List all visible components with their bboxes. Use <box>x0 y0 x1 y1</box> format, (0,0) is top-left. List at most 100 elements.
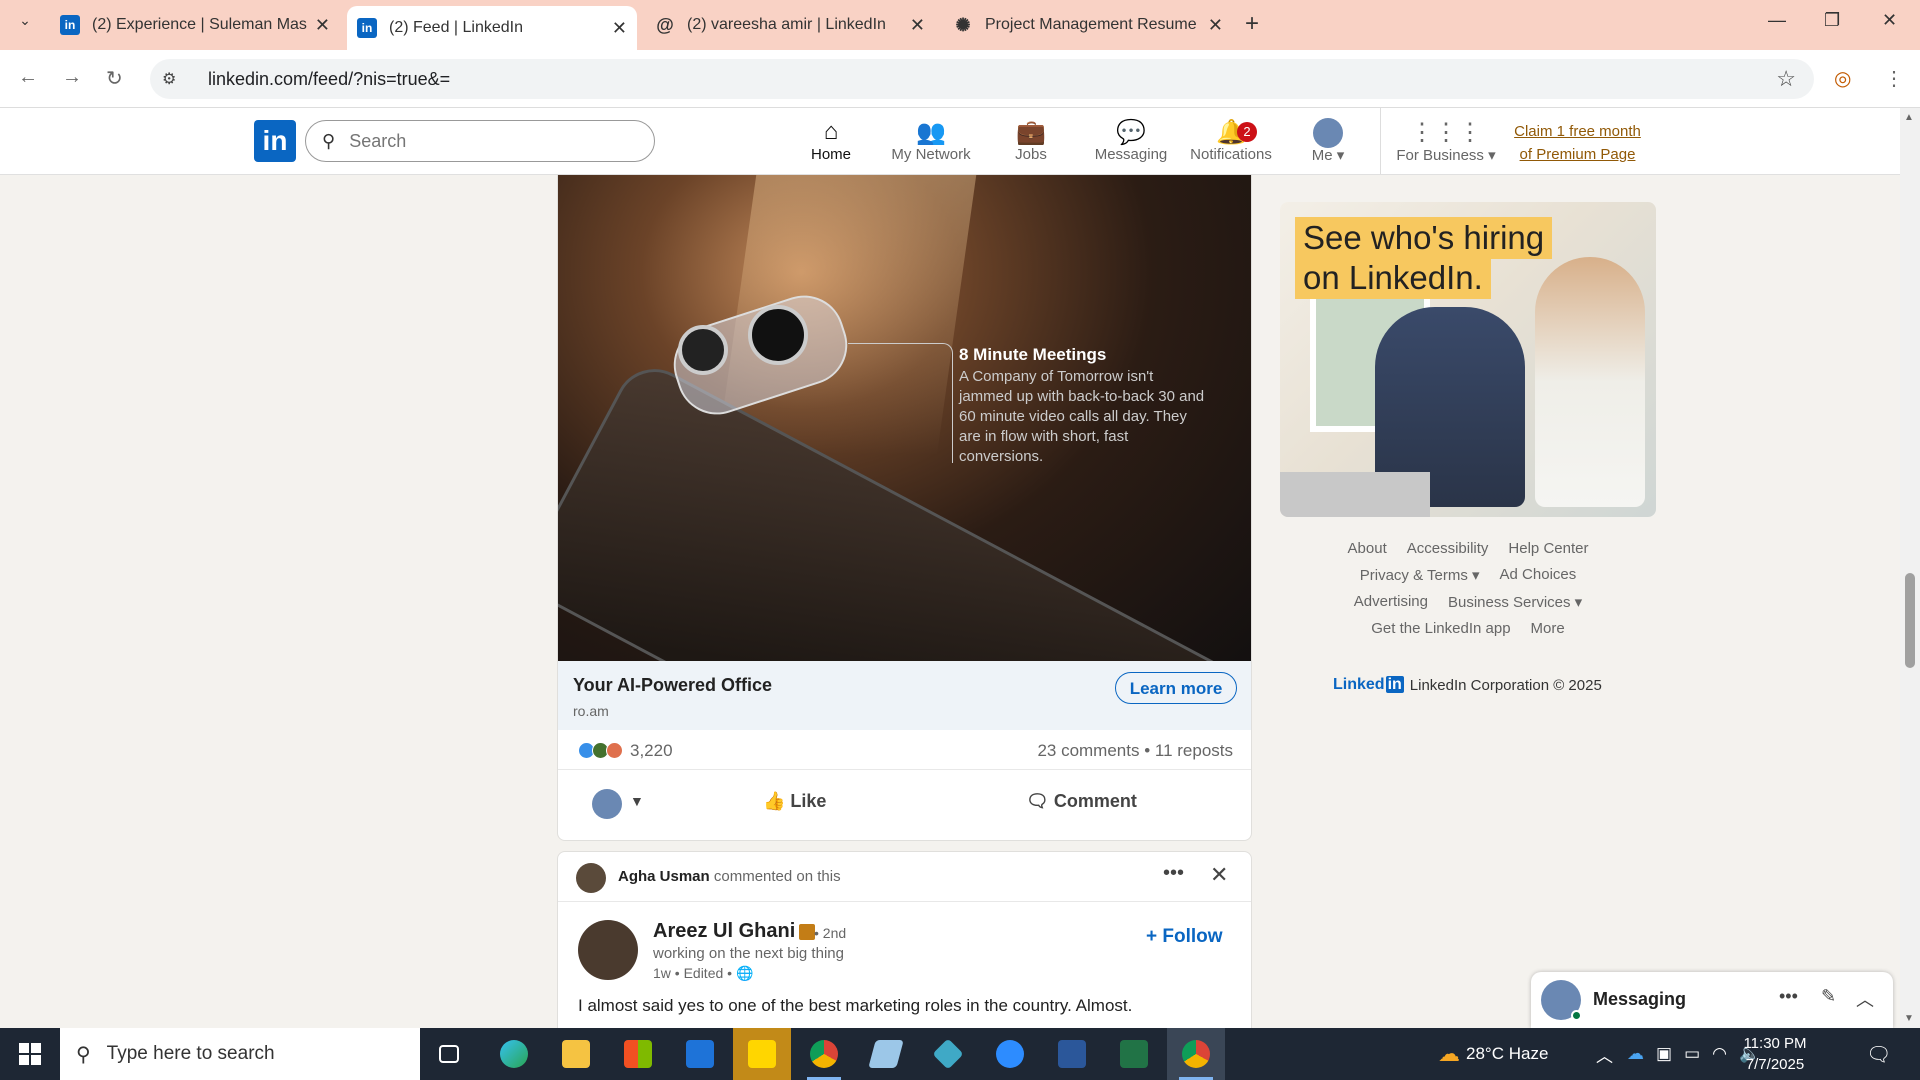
forward-arrow-icon[interactable]: → <box>62 66 82 89</box>
footer-link-privacy-terms[interactable]: Privacy & Terms ▾ <box>1360 566 1480 584</box>
ad-image[interactable]: 8 Minute Meetings A Company of Tomorrow … <box>558 175 1251 661</box>
url-text[interactable]: linkedin.com/feed/?nis=true&= <box>208 69 450 90</box>
comment-icon: 🗨 <box>1026 791 1054 811</box>
edge-icon[interactable] <box>485 1028 543 1080</box>
premium-line: Claim 1 free month <box>1514 123 1641 140</box>
page-scrollbar[interactable]: ▲ ▼ <box>1900 108 1920 1028</box>
caret-down-icon[interactable]: ▼ <box>630 793 644 809</box>
learn-more-button[interactable]: Learn more <box>1115 672 1237 704</box>
reaction-icons[interactable] <box>578 742 623 759</box>
excel-icon[interactable] <box>1105 1028 1163 1080</box>
app-diamond-icon[interactable] <box>919 1028 977 1080</box>
thumbs-up-icon: 👍 <box>763 791 791 811</box>
nav-label: For Business <box>1396 147 1484 164</box>
scroll-up-arrow-icon[interactable]: ▲ <box>1904 112 1914 123</box>
avatar[interactable] <box>578 920 638 980</box>
reload-icon[interactable]: ↻ <box>106 66 123 91</box>
ad-title[interactable]: Your AI-Powered Office <box>573 675 772 696</box>
battery-icon[interactable]: ▭ <box>1684 1044 1700 1064</box>
premium-offer-link[interactable]: Claim 1 free month of Premium Page <box>1505 120 1650 166</box>
restore-icon[interactable]: ❐ <box>1824 10 1840 31</box>
close-icon[interactable]: ✕ <box>315 15 330 36</box>
notification-center-icon[interactable]: 🗨 <box>1866 1028 1891 1080</box>
search-icon: ⚲ <box>322 130 336 151</box>
nav-home[interactable]: ⌂ Home <box>781 118 881 178</box>
footer-link-ad-choices[interactable]: Ad Choices <box>1500 566 1577 584</box>
browser-tab-feed[interactable]: in (2) Feed | LinkedIn ✕ <box>347 6 637 50</box>
linkedin-logo[interactable]: in <box>254 120 296 162</box>
task-view-icon[interactable] <box>420 1028 478 1080</box>
profile-icon[interactable]: ◎ <box>1834 66 1851 91</box>
footer-link-business-services[interactable]: Business Services ▾ <box>1448 593 1582 611</box>
author-name[interactable]: Areez Ul Ghani <box>653 920 816 943</box>
onedrive-icon[interactable]: ☁ <box>1627 1044 1644 1064</box>
nav-messaging[interactable]: 💬 Messaging <box>1081 118 1181 163</box>
like-button[interactable]: 👍 Like <box>763 791 826 812</box>
close-icon[interactable]: ✕ <box>612 18 627 39</box>
reaction-count[interactable]: 3,220 <box>630 741 673 761</box>
search-box[interactable]: ⚲ <box>305 120 655 162</box>
security-icon[interactable]: ▣ <box>1656 1044 1672 1064</box>
back-arrow-icon[interactable]: ← <box>18 66 38 89</box>
footer-link-about[interactable]: About <box>1348 540 1387 557</box>
commenter-name[interactable]: Agha Usman <box>618 868 710 885</box>
scrollbar-thumb[interactable] <box>1905 573 1915 668</box>
nav-my-network[interactable]: 👥 My Network <box>881 118 981 163</box>
scroll-down-arrow-icon[interactable]: ▼ <box>1904 1013 1914 1024</box>
footer-link-accessibility[interactable]: Accessibility <box>1407 540 1489 557</box>
weather-widget[interactable]: ☁ 28°C Haze <box>1438 1028 1548 1080</box>
compose-icon[interactable]: ✎ <box>1821 986 1836 1007</box>
chevron-up-icon[interactable]: ︿ <box>1856 986 1874 1012</box>
comments-reposts-count[interactable]: 23 comments • 11 reposts <box>1037 741 1233 761</box>
close-icon[interactable]: ✕ <box>1208 15 1223 36</box>
app-blue-icon[interactable] <box>857 1028 915 1080</box>
new-tab-plus-icon[interactable]: + <box>1245 10 1259 38</box>
hiring-ad[interactable]: See who's hiring on LinkedIn. <box>1280 202 1656 517</box>
browser-tab-resume[interactable]: ✺ Project Management Resume Objective ✕ <box>943 6 1233 44</box>
taskbar-search[interactable]: ⚲ Type here to search <box>60 1028 420 1080</box>
more-options-icon[interactable]: ••• <box>1163 862 1184 885</box>
footer-link-get-app[interactable]: Get the LinkedIn app <box>1371 620 1510 637</box>
nav-notifications[interactable]: 🔔 2 Notifications <box>1181 118 1281 163</box>
chrome-active-icon[interactable] <box>1167 1028 1225 1080</box>
nav-me[interactable]: Me ▾ <box>1278 118 1378 164</box>
footer-link-more[interactable]: More <box>1531 620 1565 637</box>
file-explorer-icon[interactable] <box>547 1028 605 1080</box>
comment-button[interactable]: 🗨 Comment <box>1026 791 1137 812</box>
messaging-overlay[interactable]: Messaging ••• ✎ ︿ <box>1531 972 1893 1028</box>
search-input[interactable] <box>349 130 630 152</box>
nav-divider <box>1380 108 1381 174</box>
window-close-icon[interactable]: ✕ <box>1882 10 1897 31</box>
footer-link-advertising[interactable]: Advertising <box>1354 593 1428 611</box>
follow-button[interactable]: + Follow <box>1146 926 1223 948</box>
ad-footer[interactable]: Your AI-Powered Office ro.am Learn more <box>558 661 1251 730</box>
avatar[interactable] <box>592 789 622 819</box>
bookmark-star-icon[interactable]: ☆ <box>1776 66 1796 92</box>
browser-tab-vareesha[interactable]: @ (2) vareesha amir | LinkedIn ✕ <box>645 6 935 44</box>
kebab-menu-icon[interactable]: ⋮ <box>1884 66 1904 91</box>
address-bar[interactable]: ⚙ linkedin.com/feed/?nis=true&= ☆ <box>150 59 1814 99</box>
browser-tab-experience[interactable]: in (2) Experience | Suleman Masood ✕ <box>50 6 340 44</box>
chrome-icon[interactable] <box>795 1028 853 1080</box>
avatar[interactable] <box>576 863 606 893</box>
tab-search-chevron-icon[interactable]: ⌄ <box>14 12 36 34</box>
more-options-icon[interactable]: ••• <box>1779 986 1798 1007</box>
store-icon[interactable] <box>609 1028 667 1080</box>
zoom-icon[interactable] <box>981 1028 1039 1080</box>
minimize-icon[interactable]: — <box>1768 10 1786 31</box>
sticky-notes-icon[interactable] <box>733 1028 791 1080</box>
close-icon[interactable]: ✕ <box>910 15 925 36</box>
post-time-text: 1w • Edited • <box>653 965 733 981</box>
mail-icon[interactable] <box>671 1028 729 1080</box>
nav-jobs[interactable]: 💼 Jobs <box>981 118 1081 163</box>
clock[interactable]: 11:30 PM 7/7/2025 <box>1720 1033 1830 1075</box>
post-context-text: Agha Usman commented on this <box>618 868 841 885</box>
start-button[interactable] <box>0 1028 60 1080</box>
site-info-icon[interactable]: ⚙ <box>162 69 186 89</box>
word-icon[interactable] <box>1043 1028 1101 1080</box>
nav-for-business[interactable]: ⋮⋮⋮ For Business ▾ <box>1396 118 1496 164</box>
footer-link-help-center[interactable]: Help Center <box>1508 540 1588 557</box>
close-icon[interactable]: ✕ <box>1210 862 1228 888</box>
chevron-up-icon[interactable]: ︿ <box>1596 1042 1613 1067</box>
chrome-glyph <box>1182 1040 1210 1068</box>
